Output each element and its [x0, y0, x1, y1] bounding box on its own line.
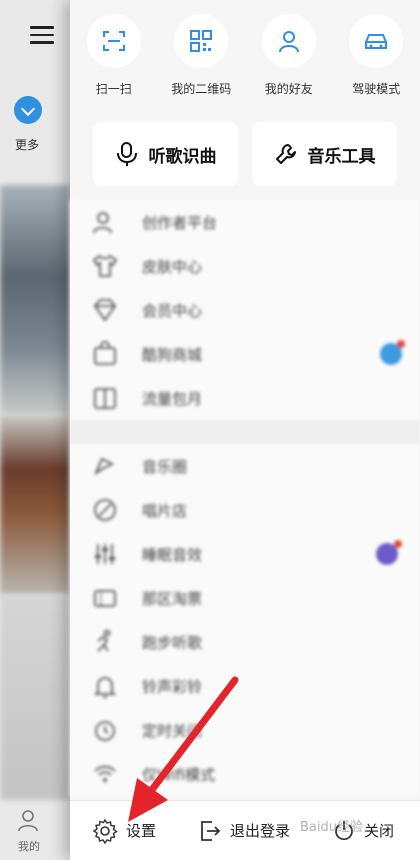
menu-item-wifi-only[interactable]: 仅Wifi模式	[70, 752, 420, 796]
drawer-bottom-bar: 设置 退出登录 关闭	[70, 800, 420, 860]
drawer-menu-list: 创作者平台 皮肤中心 会员中心 酷狗商城 流量包月 音乐圈 唱片店 睡眠音效 那…	[70, 200, 420, 796]
bell-icon	[93, 677, 117, 698]
menu-item-label: 音乐圈	[142, 457, 188, 476]
menu-item-tickets[interactable]: 那区淘票	[70, 576, 420, 620]
menu-item-shop[interactable]: 酷狗商城	[70, 332, 420, 376]
data-plan-icon	[94, 388, 116, 409]
background-thumbnail-1	[0, 185, 70, 415]
music-circle-icon	[94, 457, 115, 476]
menu-item-ringtones[interactable]: 铃声彩铃	[70, 664, 420, 708]
group-divider	[70, 420, 420, 444]
gear-icon	[92, 818, 118, 844]
quick-actions-row: 扫一扫 我的二维码 我的好友 驾驶模式	[70, 14, 420, 104]
sliders-icon	[95, 544, 115, 564]
run-icon	[97, 629, 111, 652]
logout-icon	[201, 820, 221, 841]
profile-icon[interactable]	[16, 808, 40, 832]
menu-item-label: 仅Wifi模式	[142, 765, 216, 784]
car-icon	[365, 34, 388, 49]
menu-group-1: 创作者平台 皮肤中心 会员中心 酷狗商城 流量包月	[70, 200, 420, 420]
quick-action-qr-code[interactable]: 我的二维码	[160, 14, 242, 104]
avatar	[376, 540, 402, 565]
menu-item-label: 唱片店	[142, 501, 188, 520]
watermark: Baidu经验	[300, 820, 363, 835]
background-thumbnail-2	[0, 415, 70, 595]
timer-icon	[95, 721, 115, 741]
logout-label: 退出登录	[230, 822, 291, 840]
menu-item-vip-center[interactable]: 会员中心	[70, 288, 420, 332]
menu-item-label: 皮肤中心	[142, 257, 203, 276]
menu-item-label: 创作者平台	[142, 213, 218, 232]
menu-item-label: 酷狗商城	[142, 345, 203, 364]
music-tools-card[interactable]: 音乐工具	[252, 122, 397, 186]
settings-button[interactable]: 设置	[92, 818, 156, 844]
menu-item-label: 会员中心	[142, 301, 203, 320]
settings-label: 设置	[126, 822, 157, 840]
menu-item-disc-store[interactable]: 唱片店	[70, 488, 420, 532]
shop-icon	[94, 341, 116, 365]
background-thumbnail-3	[0, 595, 70, 800]
menu-item-label: 那区淘票	[142, 589, 203, 608]
menu-item-skin-center[interactable]: 皮肤中心	[70, 244, 420, 288]
more-chevron-icon[interactable]	[14, 96, 42, 124]
quick-action-label: 驾驶模式	[352, 82, 401, 96]
menu-item-data-plan[interactable]: 流量包月	[70, 376, 420, 420]
tool-cards-row: 听歌识曲 音乐工具	[70, 122, 420, 186]
scan-icon	[102, 31, 125, 51]
side-drawer: 扫一扫 我的二维码 我的好友 驾驶模式 听歌识曲 音乐工具 创作者平台 皮肤中心…	[70, 0, 420, 860]
quick-action-drive-mode[interactable]: 驾驶模式	[335, 14, 417, 104]
menu-item-creator-platform[interactable]: 创作者平台	[70, 200, 420, 244]
mic-icon	[116, 142, 137, 166]
menu-item-label: 流量包月	[142, 389, 203, 408]
shirt-icon	[92, 254, 118, 277]
my-tab-label[interactable]: 我的	[18, 838, 40, 854]
menu-item-sleep-sounds[interactable]: 睡眠音效	[70, 532, 420, 576]
wifi-icon	[94, 765, 116, 782]
menu-item-label: 定时关闭	[142, 721, 203, 740]
quick-action-scan[interactable]: 扫一扫	[73, 14, 155, 104]
card-label: 音乐工具	[307, 146, 376, 167]
menu-icon[interactable]	[30, 26, 54, 49]
quick-action-friends[interactable]: 我的好友	[248, 14, 330, 104]
ticket-icon	[94, 590, 116, 607]
menu-item-music-circle[interactable]: 音乐圈	[70, 444, 420, 488]
disc-icon	[94, 499, 116, 521]
quick-action-label: 扫一扫	[95, 82, 132, 96]
close-label: 关闭	[364, 822, 395, 840]
wrench-icon	[275, 144, 296, 164]
logout-button[interactable]: 退出登录	[198, 819, 290, 843]
user-icon	[93, 212, 112, 234]
menu-item-label: 跑步听歌	[142, 633, 203, 652]
menu-item-label: 睡眠音效	[142, 545, 203, 564]
recognize-song-card[interactable]: 听歌识曲	[93, 122, 238, 186]
menu-item-running[interactable]: 跑步听歌	[70, 620, 420, 664]
friend-icon	[278, 31, 299, 53]
background-app-strip: 更多 我的	[0, 0, 70, 860]
qr-code-icon	[190, 30, 213, 52]
quick-action-label: 我的二维码	[171, 82, 232, 96]
menu-item-sleep-timer[interactable]: 定时关闭	[70, 708, 420, 752]
quick-action-label: 我的好友	[264, 82, 313, 96]
more-label: 更多	[15, 138, 40, 152]
menu-group-2: 音乐圈 唱片店 睡眠音效 那区淘票 跑步听歌 铃声彩铃 定时关闭 仅Wifi模式	[70, 444, 420, 796]
promo-badge	[380, 340, 405, 365]
diamond-icon	[93, 299, 117, 322]
menu-item-label: 铃声彩铃	[142, 677, 203, 696]
card-label: 听歌识曲	[148, 146, 217, 167]
